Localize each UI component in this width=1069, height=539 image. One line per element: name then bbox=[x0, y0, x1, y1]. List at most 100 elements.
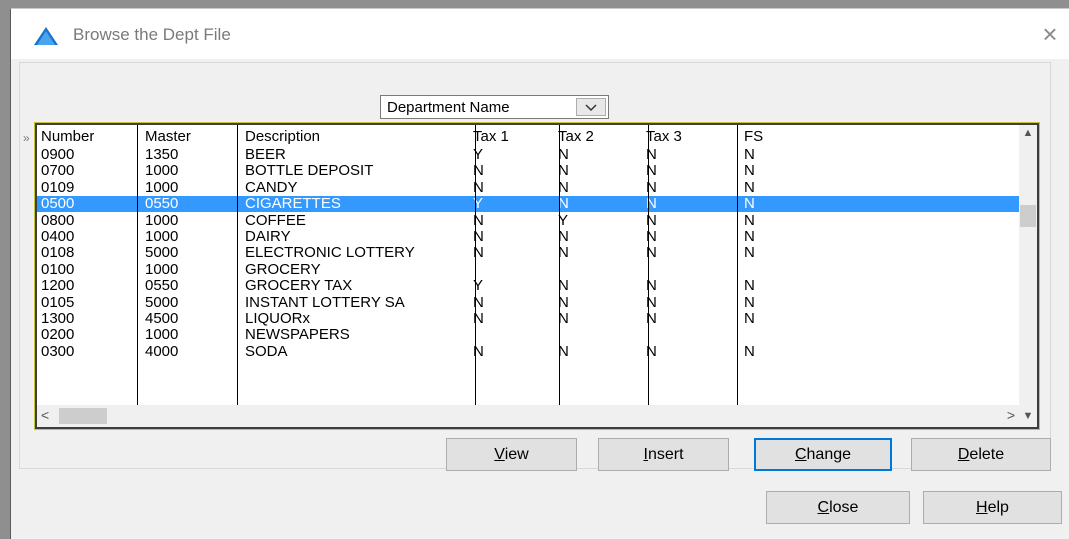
chevron-down-icon[interactable] bbox=[576, 98, 606, 116]
table-cell: 0500 bbox=[41, 196, 75, 213]
table-cell: N bbox=[744, 278, 755, 295]
table-cell: N bbox=[744, 343, 755, 360]
column-header[interactable]: FS bbox=[744, 129, 763, 145]
table-cell: N bbox=[744, 229, 755, 245]
table-cell: 4000 bbox=[145, 343, 179, 360]
table-cell: 0550 bbox=[145, 278, 179, 295]
chevron-up-icon[interactable]: ▲ bbox=[1019, 127, 1037, 143]
table-cell: GROCERY bbox=[245, 261, 321, 278]
department-grid[interactable]: 0300 4000 SODA N N N N 0200 1000 NEWSPAPERS 1300 45… bbox=[34, 122, 1040, 430]
table-row[interactable]: 0300 4000 SODA N N N N bbox=[37, 344, 1019, 360]
table-cell: DAIRY bbox=[245, 229, 291, 245]
chevron-right-icon[interactable]: > bbox=[1007, 407, 1015, 423]
column-header[interactable]: Description bbox=[245, 129, 320, 145]
table-row[interactable]: 0108 5000 ELECTRONIC LOTTERY N N N N bbox=[37, 245, 1019, 261]
window-title: Browse the Dept File bbox=[73, 25, 231, 44]
double-chevron-right-icon: » bbox=[23, 131, 30, 145]
table-cell: COFFEE bbox=[245, 212, 306, 229]
table-cell: 1300 bbox=[41, 311, 75, 327]
delete-label: elete bbox=[969, 446, 1005, 463]
close-accel: C bbox=[817, 499, 830, 516]
close-label: lose bbox=[829, 499, 859, 516]
table-row[interactable]: 0900 1350 BEER Y N N N bbox=[37, 147, 1019, 163]
triangle-app-icon bbox=[34, 27, 58, 45]
delete-accel: D bbox=[957, 446, 970, 463]
horizontal-scrollbar[interactable]: < > bbox=[37, 405, 1019, 427]
sort-order-dropdown[interactable]: Department Name bbox=[380, 95, 609, 119]
table-cell: 0200 bbox=[41, 327, 75, 344]
table-cell: LIQUORx bbox=[245, 311, 311, 327]
table-row[interactable]: 0100 1000 GROCERY bbox=[37, 262, 1019, 278]
table-cell: N bbox=[744, 179, 755, 196]
help-accel: H bbox=[976, 499, 988, 516]
table-cell: 1000 bbox=[145, 163, 179, 180]
column-header[interactable]: Master bbox=[145, 129, 191, 145]
view-button[interactable]: View bbox=[446, 438, 577, 471]
table-row[interactable]: 1300 4500 LIQUORx N N N N bbox=[37, 311, 1019, 327]
column-header[interactable]: Tax 3 bbox=[646, 129, 682, 145]
column-divider bbox=[559, 125, 560, 405]
title-bar: Browse the Dept File × bbox=[11, 9, 1069, 59]
table-cell: 0800 bbox=[41, 212, 75, 229]
table-row[interactable]: 0200 1000 NEWSPAPERS bbox=[37, 327, 1019, 343]
table-row[interactable]: 0105 5000 INSTANT LOTTERY SA N N N N bbox=[37, 295, 1019, 311]
table-cell: 1000 bbox=[145, 229, 179, 245]
table-cell: 1200 bbox=[41, 278, 75, 295]
table-cell: 1350 bbox=[145, 147, 179, 163]
table-row[interactable]: 1200 0550 GROCERY TAX Y N N N bbox=[37, 278, 1019, 294]
delete-button[interactable]: Delete bbox=[911, 438, 1051, 471]
column-divider bbox=[737, 125, 738, 405]
vertical-scroll-thumb[interactable] bbox=[1020, 205, 1036, 227]
table-cell: NEWSPAPERS bbox=[245, 327, 350, 344]
column-header[interactable]: Tax 1 bbox=[473, 129, 509, 145]
table-row[interactable]: 0800 1000 COFFEE N Y N N bbox=[37, 213, 1019, 229]
table-cell: SODA bbox=[245, 343, 288, 360]
table-cell: N bbox=[744, 245, 755, 262]
help-button[interactable]: Help bbox=[923, 491, 1062, 524]
table-cell: N bbox=[744, 163, 755, 180]
sort-order-value: Department Name bbox=[387, 99, 510, 116]
table-cell: BOTTLE DEPOSIT bbox=[245, 163, 374, 180]
table-cell: GROCERY TAX bbox=[245, 278, 353, 295]
table-cell: 0100 bbox=[41, 261, 75, 278]
insert-label: nsert bbox=[647, 446, 684, 463]
grid-body: 0300 4000 SODA N N N N 0200 1000 NEWSPAPERS 1300 45… bbox=[37, 125, 1019, 405]
change-label: hange bbox=[806, 446, 852, 463]
horizontal-scroll-thumb[interactable] bbox=[59, 408, 107, 424]
table-cell: N bbox=[744, 294, 755, 311]
table-row[interactable]: 0500 0550 CIGARETTES Y N N N bbox=[37, 196, 1019, 213]
close-icon[interactable]: × bbox=[1035, 19, 1065, 49]
change-button[interactable]: Change bbox=[754, 438, 892, 471]
column-divider bbox=[137, 125, 138, 405]
change-accel: C bbox=[794, 446, 807, 463]
table-cell: N bbox=[744, 147, 755, 163]
column-divider bbox=[237, 125, 238, 405]
view-accel: V bbox=[494, 446, 505, 463]
table-cell: N bbox=[744, 196, 755, 213]
table-cell: 0105 bbox=[41, 294, 75, 311]
table-cell: 1000 bbox=[145, 261, 179, 278]
table-row[interactable]: 0700 1000 BOTTLE DEPOSIT N N N N bbox=[37, 163, 1019, 179]
chevron-left-icon[interactable]: < bbox=[41, 407, 49, 423]
table-row[interactable]: 0109 1000 CANDY N N N N bbox=[37, 180, 1019, 196]
table-cell: 0109 bbox=[41, 179, 75, 196]
table-cell: 1000 bbox=[145, 179, 179, 196]
table-cell: 0550 bbox=[145, 196, 179, 213]
insert-button[interactable]: Insert bbox=[598, 438, 729, 471]
column-divider bbox=[475, 125, 476, 405]
table-cell: N bbox=[744, 212, 755, 229]
view-label: iew bbox=[504, 446, 529, 463]
vertical-scrollbar[interactable]: ▲ bbox=[1019, 125, 1037, 405]
column-header[interactable]: Tax 2 bbox=[558, 129, 594, 145]
column-divider bbox=[648, 125, 649, 405]
chevron-down-icon[interactable]: ▼ bbox=[1019, 405, 1037, 427]
column-header[interactable]: Number bbox=[41, 129, 94, 145]
table-row[interactable]: 0400 1000 DAIRY N N N N bbox=[37, 229, 1019, 245]
table-cell: CIGARETTES bbox=[245, 196, 341, 213]
table-cell: 0700 bbox=[41, 163, 75, 180]
table-cell: CANDY bbox=[245, 179, 298, 196]
grid-header-row: Number Master Description Tax 1 Tax 2 Tax 3 FS bbox=[37, 129, 1019, 145]
table-cell: 0108 bbox=[41, 245, 75, 262]
close-button[interactable]: Close bbox=[766, 491, 910, 524]
table-cell: 0900 bbox=[41, 147, 75, 163]
